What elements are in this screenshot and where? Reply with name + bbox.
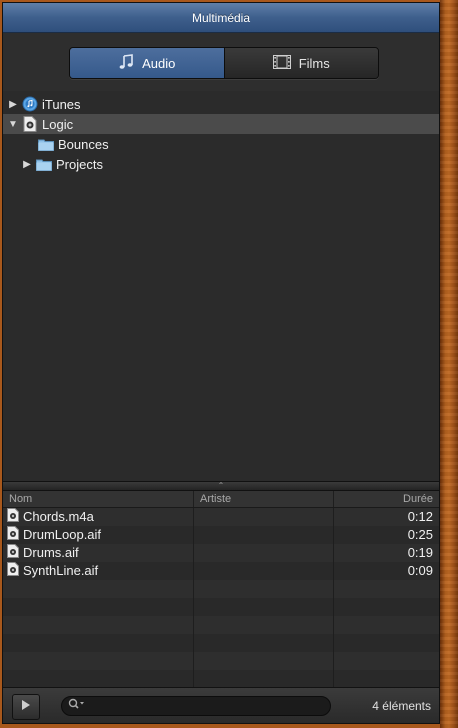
disclosure-triangle-collapsed-icon[interactable]: ▶	[21, 158, 33, 170]
file-list: Nom Artiste Durée Chords.m4a 0:12 DrumLo…	[3, 491, 439, 688]
file-duration: 0:12	[333, 508, 439, 526]
tree-item-label: Logic	[42, 116, 74, 132]
panel-title: Multimédia	[3, 3, 439, 33]
empty-row	[3, 616, 439, 634]
browser-footer: 4 éléments	[3, 687, 439, 723]
file-name: Drums.aif	[23, 545, 79, 560]
file-duration: 0:19	[333, 544, 439, 562]
tree-item-projects[interactable]: ▶ Projects	[3, 154, 439, 174]
tree-item-itunes[interactable]: ▶ iTunes	[3, 94, 439, 114]
play-button[interactable]	[12, 694, 40, 720]
music-note-icon	[118, 53, 134, 73]
table-row[interactable]: Chords.m4a 0:12	[3, 507, 439, 527]
item-count: 4 éléments	[372, 699, 431, 713]
file-name-cell: Drums.aif	[3, 543, 193, 563]
empty-row	[3, 634, 439, 652]
folder-icon	[36, 156, 52, 172]
empty-row	[3, 652, 439, 670]
search-input[interactable]	[90, 698, 330, 714]
table-row[interactable]: SynthLine.aif 0:09	[3, 561, 439, 581]
audio-file-icon	[7, 507, 19, 527]
file-artist	[193, 526, 333, 544]
media-type-bar: Audio Films	[3, 33, 439, 91]
panel-title-text: Multimédia	[191, 10, 251, 25]
search-icon[interactable]	[68, 697, 86, 715]
column-header-name[interactable]: Nom	[3, 491, 193, 507]
column-header-artist[interactable]: Artiste	[193, 491, 333, 507]
audio-tab-label: Audio	[142, 55, 176, 71]
media-browser-panel: Multimédia Audio Films ▶ iTunes ▼ Logic …	[2, 2, 440, 724]
column-header-duration[interactable]: Durée	[333, 491, 439, 507]
file-list-rows: Chords.m4a 0:12 DrumLoop.aif 0:25 Drums.…	[3, 507, 439, 688]
file-name-cell: DrumLoop.aif	[3, 525, 193, 545]
file-artist	[193, 508, 333, 526]
source-tree: ▶ iTunes ▼ Logic Bounces ▶ Projects	[3, 91, 439, 481]
empty-row	[3, 598, 439, 616]
film-strip-icon	[272, 54, 291, 72]
disclosure-triangle-expanded-icon[interactable]: ▼	[7, 118, 19, 130]
logic-document-icon	[22, 116, 38, 132]
tree-item-label: Bounces	[58, 136, 109, 152]
file-name-cell: Chords.m4a	[3, 507, 193, 527]
pane-splitter[interactable]: ⌃	[3, 481, 439, 491]
itunes-icon	[22, 96, 38, 112]
audio-file-icon	[7, 543, 19, 563]
wood-side-panel	[440, 0, 458, 728]
empty-row	[3, 670, 439, 688]
media-type-segmented-control: Audio Films	[69, 47, 379, 79]
tree-item-label: iTunes	[42, 96, 81, 112]
disclosure-triangle-collapsed-icon[interactable]: ▶	[7, 98, 19, 110]
file-name: SynthLine.aif	[23, 563, 99, 578]
file-name: Chords.m4a	[23, 509, 94, 524]
file-list-header: Nom Artiste Durée	[3, 491, 439, 508]
file-name-cell: SynthLine.aif	[3, 561, 193, 581]
audio-tab[interactable]: Audio	[70, 48, 225, 78]
tree-item-bounces[interactable]: Bounces	[3, 134, 439, 154]
splitter-grip-icon: ⌃	[217, 481, 225, 490]
tree-item-logic[interactable]: ▼ Logic	[3, 114, 439, 134]
films-tab-label: Films	[298, 55, 330, 71]
file-artist	[193, 562, 333, 580]
file-duration: 0:09	[333, 562, 439, 580]
file-name: DrumLoop.aif	[23, 527, 102, 542]
empty-row	[3, 580, 439, 598]
file-artist	[193, 544, 333, 562]
tree-item-label: Projects	[56, 156, 103, 172]
table-row[interactable]: DrumLoop.aif 0:25	[3, 525, 439, 545]
audio-file-icon	[7, 525, 19, 545]
table-row[interactable]: Drums.aif 0:19	[3, 543, 439, 563]
folder-icon	[38, 136, 54, 152]
file-duration: 0:25	[333, 526, 439, 544]
films-tab[interactable]: Films	[224, 48, 378, 78]
play-icon	[21, 698, 31, 716]
audio-file-icon	[7, 561, 19, 581]
search-field[interactable]	[61, 696, 331, 716]
